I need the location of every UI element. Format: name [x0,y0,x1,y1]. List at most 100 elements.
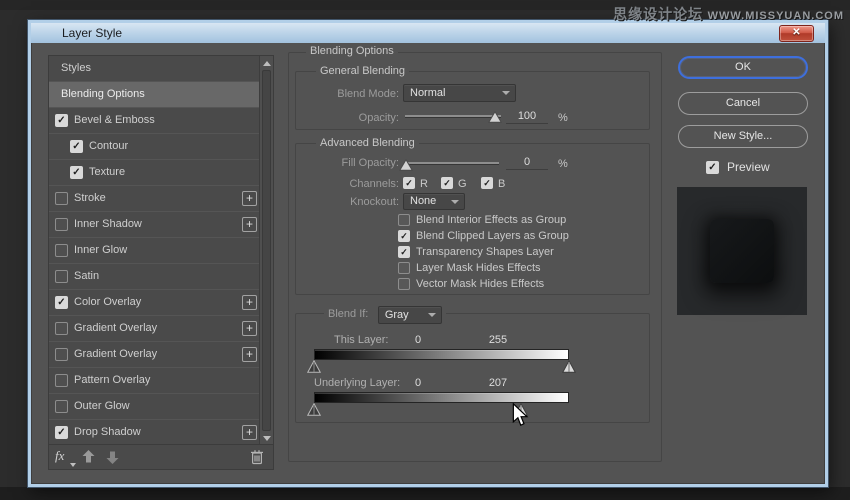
check-icon: ✓ [72,167,81,178]
styles-item-inner-shadow[interactable]: Inner Shadow + [49,212,261,238]
check-icon: ✓ [57,115,66,126]
styles-item-styles[interactable]: Styles [49,56,261,82]
add-effect-button[interactable]: + [242,191,257,206]
styles-item-stroke[interactable]: Stroke + [49,186,261,212]
underlying-low-thumb[interactable] [307,403,321,416]
blend-interior-checkbox[interactable] [398,214,410,226]
blend-if-value: Gray [384,309,409,321]
add-effect-button[interactable]: + [242,321,257,336]
opacity-value[interactable]: 100 [506,110,548,124]
delete-effect-icon[interactable] [250,449,264,465]
styles-scrollbar[interactable] [259,56,273,446]
checkbox-unchecked[interactable] [55,244,68,257]
move-down-icon[interactable] [106,451,119,464]
styles-item-texture[interactable]: ✓ Texture [49,160,261,186]
checkbox-unchecked[interactable] [55,192,68,205]
scrollbar-thumb[interactable] [262,70,271,431]
checkbox-checked[interactable]: ✓ [55,114,68,127]
check-icon: ✓ [405,178,413,188]
channel-r-checkbox[interactable]: ✓ [403,177,415,189]
styles-item-contour[interactable]: ✓ Contour [49,134,261,160]
add-effect-button[interactable]: + [242,425,257,440]
blend-if-header: Blend If: Gray [324,305,446,324]
styles-item-inner-glow[interactable]: Inner Glow [49,238,261,264]
channel-g-label: G [458,178,467,190]
checkbox-unchecked[interactable] [55,322,68,335]
layer-mask-hides-label: Layer Mask Hides Effects [416,262,541,274]
blend-clipped-checkbox[interactable]: ✓ [398,230,410,242]
knockout-label: Knockout: [350,196,399,208]
channel-b-checkbox[interactable]: ✓ [481,177,493,189]
checkbox-checked[interactable]: ✓ [55,426,68,439]
opacity-slider-thumb[interactable] [488,111,502,123]
checkbox-checked[interactable]: ✓ [70,166,83,179]
channel-g-checkbox[interactable]: ✓ [441,177,453,189]
blend-if-select[interactable]: Gray [377,306,442,324]
scroll-up-icon[interactable] [263,61,271,66]
blend-mode-select[interactable]: Normal [403,84,516,102]
knockout-select[interactable]: None [403,193,465,210]
underlying-gradient-bar[interactable] [314,392,569,403]
layer-style-dialog: Layer Style ✕ Styles Blending Options ✓ [28,20,828,487]
new-style-button[interactable]: New Style... [678,125,808,148]
checkbox-unchecked[interactable] [55,270,68,283]
advanced-blending-group: Advanced Blending Fill Opacity: 0 % Chan… [295,137,650,295]
blend-if-group: Blend If: Gray This Layer: 0 255 Underly… [295,305,650,423]
preview-checkbox[interactable]: ✓ [706,161,719,174]
styles-item-label: Contour [89,140,129,152]
vector-mask-hides-checkbox[interactable] [398,278,410,290]
styles-item-label: Inner Glow [74,244,128,256]
add-effect-button[interactable]: + [242,347,257,362]
checkbox-unchecked[interactable] [55,400,68,413]
styles-item-outer-glow[interactable]: Outer Glow [49,394,261,420]
underlying-layer-label: Underlying Layer: [314,377,401,389]
this-layer-gradient-bar[interactable] [314,349,569,360]
vector-mask-hides-label: Vector Mask Hides Effects [416,278,545,290]
plus-icon: + [245,191,253,205]
transparency-shapes-label: Transparency Shapes Layer [416,246,554,258]
ok-button[interactable]: OK [678,56,808,79]
styles-item-bevel-emboss[interactable]: ✓ Bevel & Emboss [49,108,261,134]
checkbox-unchecked[interactable] [55,218,68,231]
add-effect-button[interactable]: + [242,217,257,232]
layer-mask-hides-checkbox[interactable] [398,262,410,274]
styles-item-satin[interactable]: Satin [49,264,261,290]
styles-item-color-overlay[interactable]: ✓ Color Overlay + [49,290,261,316]
close-button[interactable]: ✕ [779,25,814,42]
blend-if-label: Blend If: [328,308,369,320]
fill-opacity-slider-track[interactable] [405,162,499,164]
plus-icon: + [245,321,253,335]
styles-item-label: Stroke [74,192,106,204]
fill-opacity-value[interactable]: 0 [506,156,548,170]
this-layer-high-thumb[interactable] [562,360,576,373]
checkbox-checked[interactable]: ✓ [55,296,68,309]
cancel-button[interactable]: Cancel [678,92,808,115]
this-layer-low-thumb[interactable] [307,360,321,373]
chevron-down-icon [451,199,459,204]
fx-menu-button[interactable]: fx [55,448,64,464]
opacity-slider-track[interactable] [405,115,501,117]
watermark-en: WWW.MISSYUAN.COM [707,10,844,22]
checkbox-checked[interactable]: ✓ [70,140,83,153]
close-icon: ✕ [792,27,801,38]
checkbox-unchecked[interactable] [55,348,68,361]
dialog-titlebar[interactable]: Layer Style ✕ [31,23,825,43]
styles-item-gradient-overlay-1[interactable]: Gradient Overlay + [49,316,261,342]
scroll-down-icon[interactable] [263,436,271,441]
styles-item-blending-options[interactable]: Blending Options [49,82,261,108]
transparency-shapes-checkbox[interactable]: ✓ [398,246,410,258]
fx-caret-icon [70,463,76,467]
styles-item-pattern-overlay[interactable]: Pattern Overlay [49,368,261,394]
checkbox-unchecked[interactable] [55,374,68,387]
this-layer-low: 0 [414,334,422,346]
move-up-icon[interactable] [82,450,95,463]
styles-item-drop-shadow[interactable]: ✓ Drop Shadow + [49,420,261,446]
add-effect-button[interactable]: + [242,295,257,310]
styles-item-gradient-overlay-2[interactable]: Gradient Overlay + [49,342,261,368]
styles-item-label: Styles [61,62,91,74]
underlying-low: 0 [414,377,422,389]
opacity-percent: % [558,112,568,124]
channels-label: Channels: [349,178,399,190]
styles-footer: fx [49,444,273,469]
fill-opacity-slider-thumb[interactable] [399,159,413,171]
